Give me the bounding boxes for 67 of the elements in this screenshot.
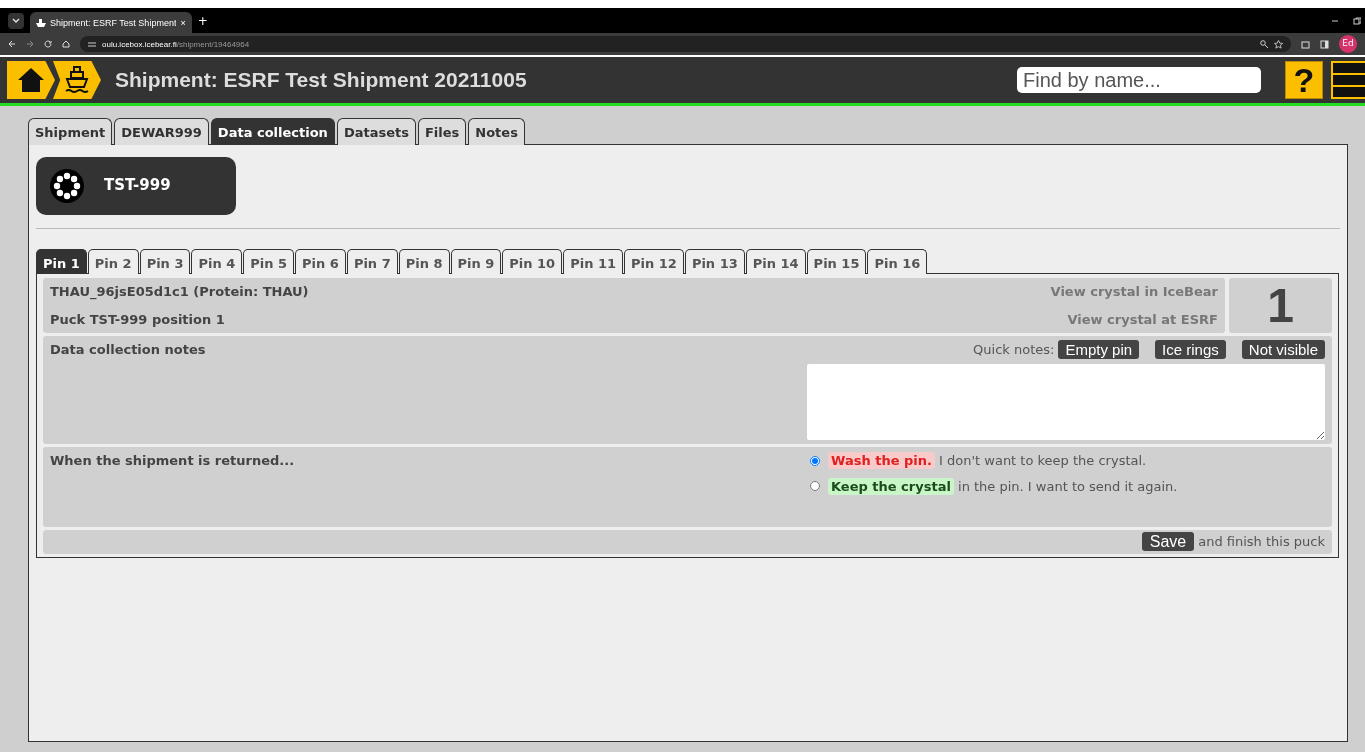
ship-icon — [36, 18, 46, 27]
forward-icon[interactable] — [26, 40, 34, 48]
restore-icon[interactable] — [1353, 16, 1361, 25]
quick-notes-label: Quick notes: — [973, 341, 1055, 359]
tab[interactable]: Shipment — [28, 118, 113, 145]
pin-tab[interactable]: Pin 6 — [295, 248, 346, 274]
pin-tab[interactable]: Pin 16 — [867, 248, 928, 274]
puck-name: TST-999 — [104, 175, 171, 197]
pin-tab[interactable]: Pin 4 — [191, 248, 243, 274]
crystal-location: Puck TST-999 position 1 — [50, 310, 226, 329]
quick-note-button[interactable]: Ice rings — [1155, 340, 1226, 360]
pin-tab[interactable]: Pin 10 — [502, 248, 563, 274]
tab[interactable]: Notes — [468, 118, 525, 145]
site-settings-icon — [88, 40, 96, 48]
home-icon[interactable] — [62, 40, 70, 48]
pin-tab[interactable]: Pin 3 — [139, 248, 191, 274]
puck-icon — [50, 168, 84, 203]
back-icon[interactable] — [8, 40, 16, 48]
position-number: 1 — [1229, 278, 1332, 333]
page-title: Shipment: ESRF Test Shipment 20211005 — [115, 68, 527, 92]
return-option[interactable]: Wash the pin. I don't want to keep the crystal. — [828, 451, 1147, 471]
tab[interactable]: Datasets — [336, 118, 416, 145]
radio-button[interactable] — [810, 481, 820, 492]
pin-tab[interactable]: Pin 12 — [624, 248, 684, 274]
notes-field[interactable] — [807, 363, 1325, 440]
crystal-name: THAU_96jsE05d1c1 (Protein: THAU) — [50, 283, 309, 302]
tab[interactable]: Data collection — [210, 118, 335, 145]
close-tab-button[interactable]: × — [180, 17, 186, 28]
browser-tab[interactable]: Shipment: ESRF Test Shipment × — [30, 12, 192, 33]
side-panel-icon[interactable] — [1320, 39, 1329, 49]
search-field[interactable]: Find by name... — [1017, 67, 1261, 93]
tab[interactable]: DEWAR999 — [114, 118, 209, 145]
return-option[interactable]: Keep the crystal in the pin. I want to send it again. — [828, 476, 1178, 496]
pin-tab[interactable]: Pin 9 — [450, 248, 502, 274]
return-label: When the shipment is returned... — [50, 452, 296, 470]
pin-tab[interactable]: Pin 11 — [563, 248, 624, 274]
pin-tab[interactable]: Pin 13 — [684, 248, 745, 274]
pin-tab[interactable]: Pin 7 — [346, 248, 398, 274]
tab-list-button[interactable] — [8, 12, 24, 29]
shipment-button[interactable] — [53, 61, 101, 99]
house-icon — [17, 67, 45, 93]
pin-tab[interactable]: Pin 1 — [36, 248, 87, 274]
home-button[interactable] — [7, 61, 55, 99]
new-tab-button[interactable]: + — [197, 11, 208, 30]
quick-note-button[interactable]: Not visible — [1241, 340, 1325, 360]
pin-tab[interactable]: Pin 15 — [806, 248, 867, 274]
quick-note-button[interactable]: Empty pin — [1058, 340, 1140, 360]
profile-avatar[interactable]: Ed — [1339, 35, 1357, 53]
menu-button[interactable] — [1331, 61, 1365, 99]
notes-label: Data collection notes — [50, 341, 206, 359]
pin-tab[interactable]: Pin 14 — [745, 248, 806, 274]
save-note: and finish this puck — [1198, 533, 1325, 551]
star-icon[interactable] — [1274, 39, 1283, 49]
reload-icon[interactable] — [44, 40, 52, 48]
zoom-icon[interactable] — [1260, 40, 1268, 48]
pin-tab[interactable]: Pin 2 — [87, 248, 139, 274]
save-button[interactable]: Save — [1141, 532, 1195, 552]
radio-button[interactable] — [810, 455, 820, 466]
address-bar[interactable]: oulu.icebox.icebear.fi/shipment/19464964 — [80, 36, 1291, 52]
help-button[interactable]: ? — [1285, 61, 1323, 99]
tab-title: Shipment: ESRF Test Shipment — [50, 17, 177, 28]
puck-card[interactable]: TST-999 — [36, 156, 236, 215]
pin-tab[interactable]: Pin 5 — [243, 248, 295, 274]
ship-icon — [65, 65, 89, 95]
pin-tab[interactable]: Pin 8 — [398, 248, 450, 274]
chevron-down-icon — [12, 17, 20, 24]
tab[interactable]: Files — [417, 118, 467, 145]
